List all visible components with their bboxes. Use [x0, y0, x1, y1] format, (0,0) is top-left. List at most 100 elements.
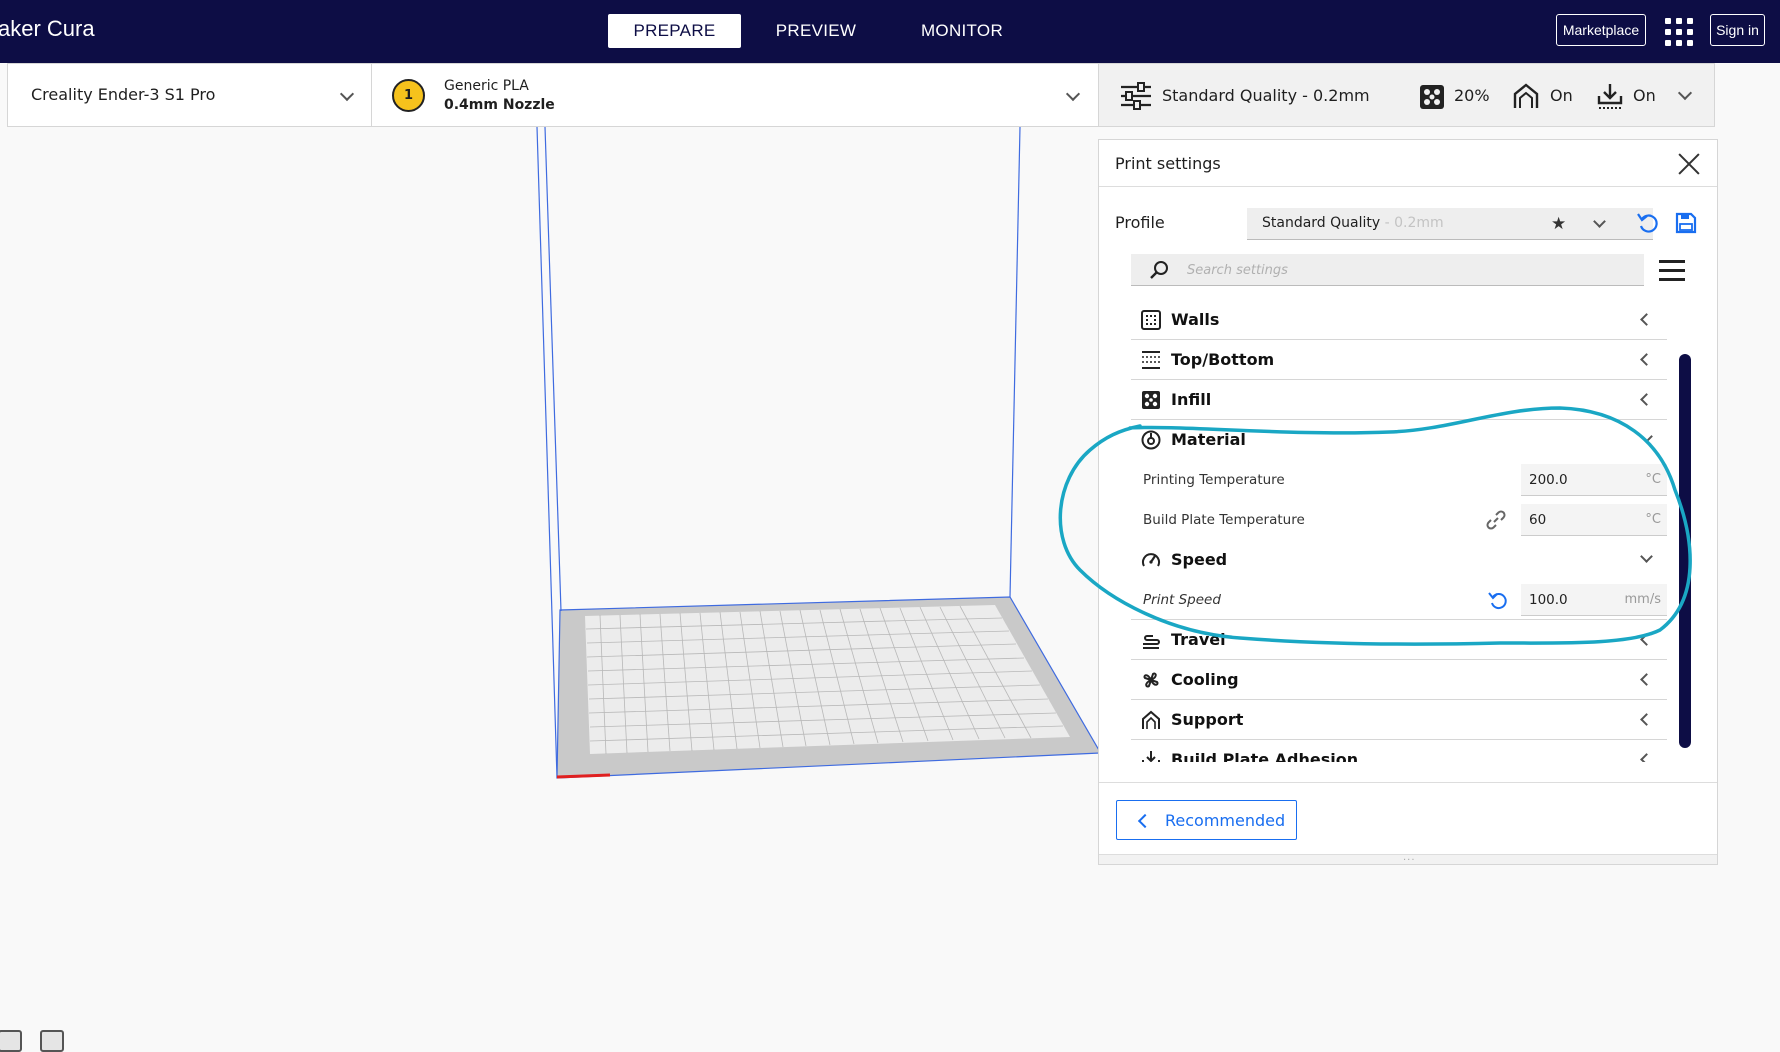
- chevron-down-icon: [339, 86, 355, 102]
- category-label: Support: [1171, 710, 1244, 729]
- build-volume: [536, 127, 1100, 779]
- printing-temperature-field[interactable]: 200.0 °C: [1521, 464, 1667, 496]
- cooling-icon: [1143, 672, 1159, 688]
- category-label: Top/Bottom: [1171, 350, 1275, 369]
- setting-printing-temperature: Printing Temperature 200.0 °C: [1131, 460, 1667, 500]
- infill-icon: [1142, 391, 1160, 409]
- travel-icon: [1143, 635, 1160, 649]
- chevron-down-icon: [1640, 550, 1653, 563]
- setting-build-plate-temperature: Build Plate Temperature 60 °C: [1131, 500, 1667, 540]
- 3d-view-icon[interactable]: [0, 1030, 22, 1052]
- print-settings-panel: Print settings Profile Standard Quality …: [1098, 139, 1718, 866]
- reset-profile-icon[interactable]: [1635, 210, 1661, 236]
- chevron-left-icon: [1137, 813, 1153, 829]
- category-label: Walls: [1171, 310, 1220, 329]
- material-name: Generic PLA: [444, 78, 529, 94]
- setting-label: Printing Temperature: [1143, 472, 1285, 488]
- profile-selector[interactable]: Standard Quality - 0.2mm ★: [1247, 208, 1653, 240]
- chevron-left-icon: [1640, 673, 1653, 686]
- setting-unit: mm/s: [1624, 592, 1661, 607]
- extruder-icon: 1: [392, 79, 425, 112]
- profile-label: Profile: [1115, 213, 1165, 232]
- reset-setting-icon[interactable]: [1487, 589, 1509, 611]
- chevron-down-icon: [1677, 85, 1693, 101]
- category-walls[interactable]: Walls: [1131, 300, 1667, 340]
- x-axis-indicator: [556, 773, 611, 779]
- chevron-left-icon: [1640, 713, 1653, 726]
- category-speed[interactable]: Speed: [1131, 540, 1667, 580]
- category-cooling[interactable]: Cooling: [1131, 660, 1667, 700]
- print-speed-field[interactable]: 100.0 mm/s: [1521, 584, 1667, 616]
- adhesion-icon: [1142, 751, 1160, 762]
- chevron-left-icon: [1640, 633, 1653, 646]
- search-input[interactable]: [1187, 260, 1627, 280]
- chevron-left-icon: [1640, 753, 1653, 762]
- setting-value: 60: [1529, 512, 1547, 528]
- settings-visibility-menu-icon[interactable]: [1659, 260, 1685, 282]
- profile-layer-height: - 0.2mm: [1380, 215, 1444, 231]
- category-support[interactable]: Support: [1131, 700, 1667, 740]
- signin-button[interactable]: Sign in: [1710, 14, 1765, 46]
- panel-resize-handle[interactable]: ···: [1099, 854, 1717, 866]
- apps-grid-icon[interactable]: [1665, 18, 1693, 46]
- adhesion-icon: [1597, 84, 1623, 109]
- profile-name-text: Standard Quality: [1262, 215, 1381, 231]
- front-view-icon[interactable]: [40, 1030, 64, 1052]
- chevron-down-icon: [1640, 430, 1653, 443]
- setting-value: 200.0: [1529, 472, 1568, 488]
- profile-name: Standard Quality - 0.2mm: [1262, 215, 1444, 231]
- panel-title: Print settings: [1115, 154, 1221, 173]
- tab-preview[interactable]: PREVIEW: [770, 14, 862, 48]
- category-label: Speed: [1171, 550, 1228, 569]
- setting-label: Print Speed: [1143, 592, 1221, 608]
- support-icon: [1513, 83, 1539, 108]
- category-material[interactable]: Material: [1131, 420, 1667, 460]
- material-icon: [1141, 430, 1161, 450]
- build-volume-edge: [544, 127, 562, 612]
- tab-monitor[interactable]: MONITOR: [912, 14, 1012, 48]
- speed-icon: [1142, 553, 1160, 567]
- settings-list: Walls Top/Bottom Infill Material Printin…: [1131, 300, 1667, 762]
- top-bottom-icon: [1142, 351, 1160, 369]
- print-setup-selector[interactable]: Standard Quality - 0.2mm 20% On On: [1098, 63, 1715, 127]
- setting-value: 100.0: [1529, 592, 1568, 608]
- category-top-bottom[interactable]: Top/Bottom: [1131, 340, 1667, 380]
- marketplace-button[interactable]: Marketplace: [1556, 14, 1646, 46]
- recommended-label: Recommended: [1165, 811, 1286, 830]
- build-volume-edge: [536, 127, 558, 779]
- category-label: Material: [1171, 430, 1246, 449]
- extruder-number: 1: [403, 88, 414, 103]
- 3d-viewport[interactable]: [0, 127, 1100, 1052]
- category-infill[interactable]: Infill: [1131, 380, 1667, 420]
- save-profile-icon[interactable]: [1675, 212, 1697, 234]
- panel-header: Print settings: [1099, 140, 1717, 187]
- link-icon[interactable]: [1485, 509, 1507, 531]
- close-icon[interactable]: [1677, 152, 1701, 176]
- build-plate-temperature-field[interactable]: 60 °C: [1521, 504, 1667, 536]
- settings-scrollbar[interactable]: [1679, 354, 1691, 748]
- drag-dots-icon: ···: [1403, 855, 1416, 866]
- category-label: Build Plate Adhesion: [1171, 750, 1359, 762]
- adhesion-value: On: [1633, 86, 1656, 105]
- category-travel[interactable]: Travel: [1131, 620, 1667, 660]
- infill-icon: [1420, 85, 1444, 109]
- star-icon: ★: [1551, 214, 1567, 234]
- infill-value: 20%: [1454, 86, 1490, 105]
- recommended-button[interactable]: Recommended: [1116, 800, 1297, 840]
- search-icon: [1150, 261, 1168, 279]
- category-label: Travel: [1171, 630, 1226, 649]
- chevron-left-icon: [1640, 393, 1653, 406]
- chevron-left-icon: [1640, 313, 1653, 326]
- chevron-down-icon: [1593, 215, 1606, 228]
- setting-label: Build Plate Temperature: [1143, 512, 1305, 528]
- material-selector[interactable]: 1 Generic PLA 0.4mm Nozzle: [371, 63, 1099, 127]
- search-settings-box: [1131, 254, 1644, 286]
- top-header: aker Cura PREPARE PREVIEW MONITOR Market…: [0, 0, 1780, 63]
- cura-window: aker Cura PREPARE PREVIEW MONITOR Market…: [0, 0, 1780, 1052]
- quality-profile-label: Standard Quality - 0.2mm: [1162, 86, 1370, 105]
- category-label: Infill: [1171, 390, 1212, 409]
- category-build-plate-adhesion[interactable]: Build Plate Adhesion: [1131, 740, 1667, 762]
- printer-selector[interactable]: Creality Ender-3 S1 Pro: [7, 63, 372, 127]
- support-value: On: [1550, 86, 1573, 105]
- tab-prepare[interactable]: PREPARE: [608, 14, 741, 48]
